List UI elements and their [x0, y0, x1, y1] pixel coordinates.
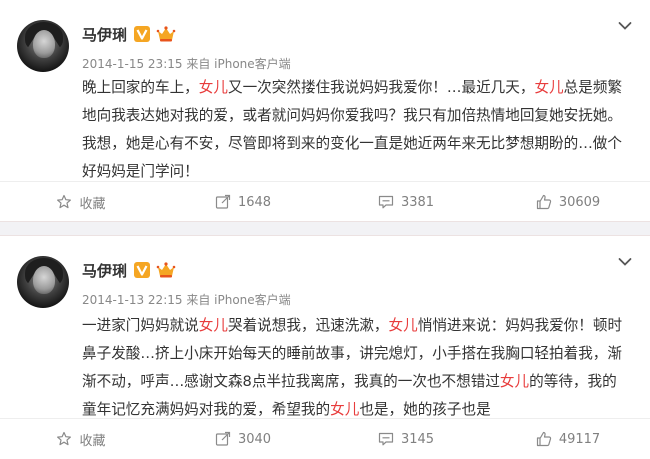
action-bar: 收藏 3040 3145 49117 — [0, 418, 650, 459]
avatar[interactable] — [17, 256, 69, 308]
chevron-down-icon[interactable] — [618, 21, 632, 31]
crown-member-icon[interactable] — [156, 25, 176, 43]
post-source: 来自 iPhone客户端 — [186, 57, 291, 71]
action-bar: 收藏 1648 3381 30609 — [0, 181, 650, 222]
repost-icon — [215, 194, 231, 209]
chevron-down-icon[interactable] — [618, 257, 632, 267]
post-content: 晚上回家的车上，女儿又一次突然搂住我说妈妈我爱你！…最近几天，女儿总是频繁地向我… — [82, 74, 627, 186]
like-count: 30609 — [558, 194, 601, 210]
repost-button[interactable]: 1648 — [162, 182, 324, 222]
favorite-button[interactable]: 收藏 — [0, 419, 162, 459]
repost-count: 1648 — [237, 194, 272, 210]
crown-member-icon[interactable] — [156, 261, 176, 279]
content-text: 又一次突然搂住我说妈妈我爱你！…最近几天， — [227, 79, 535, 96]
repost-count: 3040 — [237, 431, 272, 447]
star-icon — [57, 194, 72, 209]
comment-button[interactable]: 3381 — [325, 182, 487, 222]
repost-icon — [215, 431, 231, 446]
avatar-face — [33, 30, 55, 58]
comment-button[interactable]: 3145 — [325, 419, 487, 459]
thumbs-up-icon — [536, 194, 551, 210]
keyword-highlight[interactable]: 女儿 — [500, 373, 529, 390]
content-text: 晚上回家的车上， — [82, 79, 199, 96]
verified-v-icon — [134, 26, 150, 42]
keyword-highlight[interactable]: 女儿 — [199, 79, 228, 96]
favorite-button[interactable]: 收藏 — [0, 182, 162, 222]
avatar[interactable] — [17, 20, 69, 72]
feed-divider — [0, 221, 650, 236]
keyword-highlight[interactable]: 女儿 — [199, 317, 228, 334]
keyword-highlight[interactable]: 女儿 — [534, 79, 563, 96]
avatar-face — [33, 266, 55, 294]
post-timestamp[interactable]: 2014-1-13 22:15 — [82, 293, 183, 307]
comment-count: 3381 — [400, 194, 435, 210]
username[interactable]: 马伊琍 — [82, 260, 127, 281]
weibo-post: 马伊琍 2014-1-13 22:15 来自 iPhone客户端 一进家门妈妈就… — [0, 236, 650, 458]
post-source: 来自 iPhone客户端 — [186, 293, 291, 307]
post-timestamp[interactable]: 2014-1-15 23:15 — [82, 57, 183, 71]
username[interactable]: 马伊琍 — [82, 24, 127, 45]
like-button[interactable]: 49117 — [487, 419, 649, 459]
comment-icon — [378, 195, 394, 209]
content-text: 一进家门妈妈就说 — [82, 317, 199, 334]
comment-count: 3145 — [400, 431, 435, 447]
favorite-label: 收藏 — [79, 196, 106, 212]
weibo-post: 马伊琍 2014-1-15 23:15 来自 iPhone客户端 晚上回家的车上… — [0, 0, 650, 221]
verified-v-icon — [134, 262, 150, 278]
post-meta: 2014-1-15 23:15 来自 iPhone客户端 — [82, 55, 291, 72]
repost-button[interactable]: 3040 — [162, 419, 324, 459]
post-content: 一进家门妈妈就说女儿哭着说想我，迅速洗漱，女儿悄悄进来说：妈妈我爱你！顿时鼻子发… — [82, 312, 627, 424]
like-count: 49117 — [558, 431, 601, 447]
favorite-label: 收藏 — [79, 433, 106, 449]
post-meta: 2014-1-13 22:15 来自 iPhone客户端 — [82, 291, 291, 308]
content-text: 哭着说想我，迅速洗漱， — [227, 317, 389, 334]
keyword-highlight[interactable]: 女儿 — [389, 317, 418, 334]
star-icon — [57, 431, 72, 446]
content-text: 也是，她的孩子也是 — [359, 401, 491, 418]
comment-icon — [378, 432, 394, 446]
like-button[interactable]: 30609 — [487, 182, 649, 222]
keyword-highlight[interactable]: 女儿 — [330, 401, 359, 418]
thumbs-up-icon — [536, 431, 551, 447]
